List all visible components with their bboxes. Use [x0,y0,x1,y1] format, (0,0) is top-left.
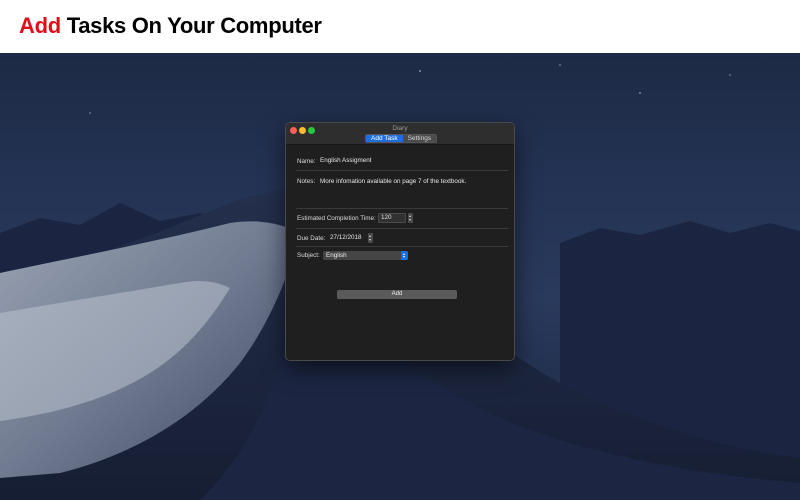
desktop-wallpaper: Diary Add Task Settings Name: English As… [0,53,800,500]
tab-add-task[interactable]: Add Task [366,135,403,142]
add-task-form: Name: English Assigment Notes: More info… [286,145,514,360]
estimated-time-stepper[interactable] [408,213,413,223]
add-button[interactable]: Add [337,290,457,299]
due-date-field[interactable]: 27/12/2018 [327,233,367,243]
divider [296,246,508,247]
subject-value: English [326,252,347,259]
banner: Add Tasks On Your Computer [0,0,800,53]
diary-window: Diary Add Task Settings Name: English As… [285,122,515,361]
name-label: Name: [297,158,316,165]
subject-popup[interactable]: English [323,251,408,260]
estimated-time-field[interactable]: 120 [378,213,406,223]
banner-accent-word: Add [19,13,61,38]
window-title: Diary [392,125,408,132]
estimated-time-label: Estimated Completion Time: [297,215,376,222]
notes-label: Notes: [297,178,316,185]
title-bar[interactable]: Diary Add Task Settings [286,123,514,145]
tab-control: Add Task Settings [365,134,438,143]
banner-title-rest: Tasks On Your Computer [66,13,322,38]
chevron-updown-icon [401,251,408,260]
due-date-stepper[interactable] [368,233,373,243]
due-date-label: Due Date: [297,235,326,242]
tab-settings[interactable]: Settings [402,135,437,142]
notes-field[interactable]: More infomation available on page 7 of t… [320,178,466,185]
banner-title: Add Tasks On Your Computer [19,13,322,39]
subject-label: Subject: [297,252,320,259]
divider [296,170,508,171]
name-field[interactable]: English Assigment [320,157,371,164]
divider [296,208,508,209]
divider [296,228,508,229]
